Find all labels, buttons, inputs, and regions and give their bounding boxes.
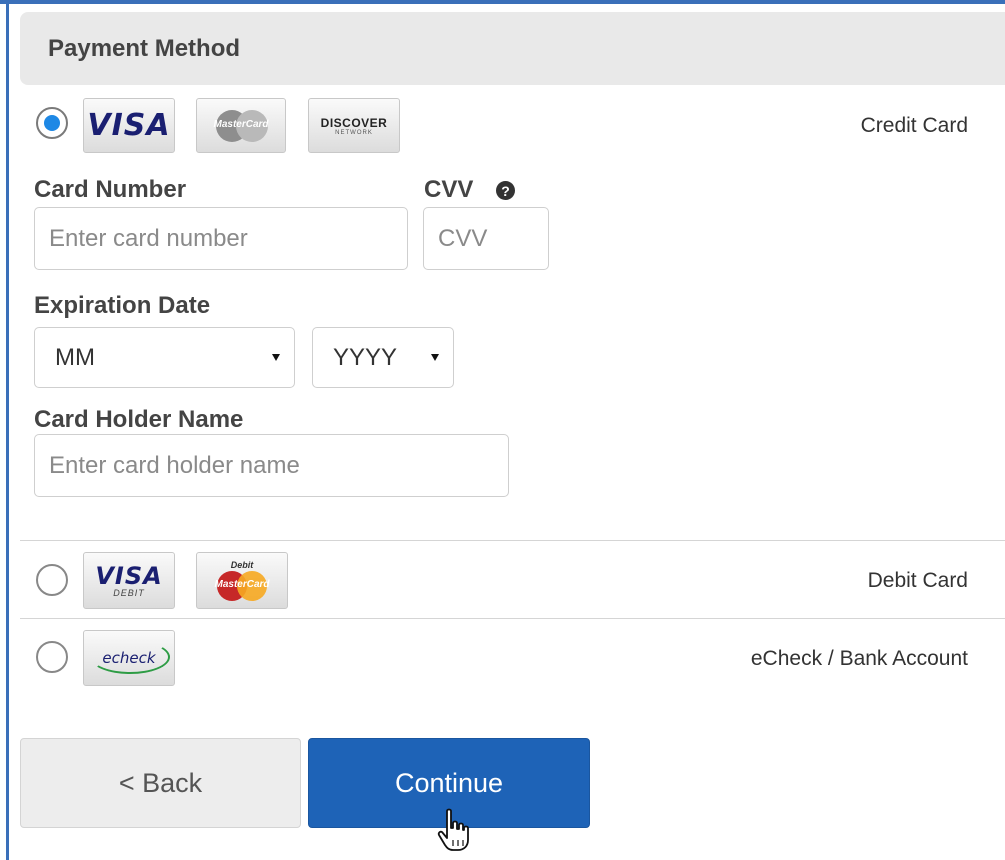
mastercard-debit-logo: Debit MasterCard xyxy=(196,552,288,609)
expiration-year-select[interactable]: YYYY xyxy=(312,327,454,388)
section-header: Payment Method xyxy=(20,12,1005,85)
cvv-input[interactable] xyxy=(423,207,549,270)
expiration-date-label: Expiration Date xyxy=(34,292,211,319)
echeck-radio[interactable] xyxy=(36,641,68,673)
continue-button-label: Continue xyxy=(394,767,504,798)
mastercard-debit-logo-text: MasterCard xyxy=(214,579,270,590)
expiration-month-select[interactable]: MM xyxy=(34,327,295,388)
back-button[interactable]: < Back xyxy=(20,738,301,828)
echeck-swoosh-icon xyxy=(90,640,170,674)
card-holder-name-label: Card Holder Name xyxy=(34,406,244,433)
echeck-logo: echeck xyxy=(83,630,175,686)
divider xyxy=(20,618,1005,619)
expiration-year-value: YYYY xyxy=(333,343,398,371)
debit-card-radio[interactable] xyxy=(36,564,68,596)
card-holder-name-input[interactable] xyxy=(34,434,509,497)
mastercard-logo: MasterCard xyxy=(196,98,286,153)
mastercard-debit-logo-top-text: Debit xyxy=(230,560,254,570)
cvv-label: CVV xyxy=(424,176,474,203)
window-frame-left xyxy=(6,0,9,860)
expiration-month-value: MM xyxy=(55,343,95,371)
window-frame-top xyxy=(0,0,1005,4)
discover-logo: DISCOVER NETWORK xyxy=(308,98,400,153)
chevron-down-icon xyxy=(272,353,280,361)
card-number-label: Card Number xyxy=(34,176,187,203)
chevron-down-icon xyxy=(431,353,439,361)
mastercard-logo-text: MasterCard xyxy=(213,118,269,130)
visa-debit-logo-subtext: DEBIT xyxy=(113,587,145,598)
mastercard-circles: MasterCard xyxy=(210,109,272,142)
page-title: Payment Method xyxy=(48,34,241,62)
discover-logo-subtext: NETWORK xyxy=(335,129,373,136)
debit-card-label: Debit Card xyxy=(867,569,968,592)
discover-logo-text: DISCOVER xyxy=(320,115,388,130)
mastercard-debit-circles: MasterCard xyxy=(211,571,273,601)
credit-card-radio[interactable] xyxy=(36,107,68,139)
echeck-label: eCheck / Bank Account xyxy=(750,647,968,670)
help-icon[interactable]: ? xyxy=(496,181,515,200)
credit-card-label: Credit Card xyxy=(860,114,968,137)
visa-debit-logo-text: VISA xyxy=(95,561,163,590)
hand-cursor-icon xyxy=(437,808,469,851)
divider xyxy=(20,540,1005,541)
visa-logo: VISA xyxy=(83,98,175,153)
back-button-label: < Back xyxy=(118,767,203,798)
card-number-input[interactable] xyxy=(34,207,408,270)
visa-debit-logo: VISA DEBIT xyxy=(83,552,175,609)
